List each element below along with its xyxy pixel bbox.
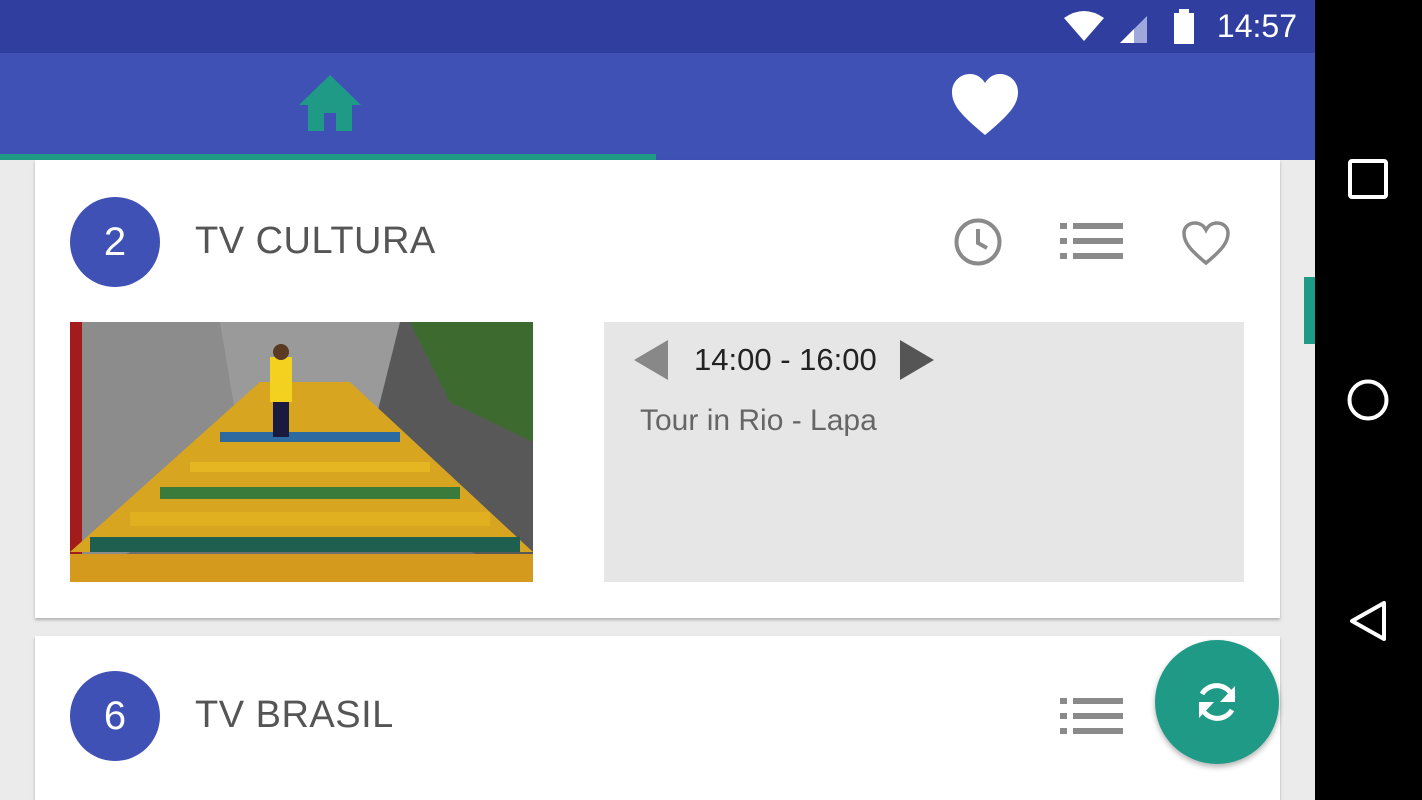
program-time: 14:00 - 16:00	[694, 342, 877, 377]
wifi-icon	[1064, 11, 1104, 41]
home-circle-icon[interactable]	[1346, 378, 1390, 422]
channel-name: TV BRASIL	[195, 694, 394, 736]
program-info-panel[interactable]: 14:00 - 16:00 Tour in Rio - Lapa	[604, 322, 1244, 582]
program-thumbnail-image[interactable]	[70, 322, 533, 582]
heart-icon	[952, 74, 1018, 135]
system-navigation-bar	[1315, 0, 1422, 800]
refresh-button[interactable]	[1155, 640, 1279, 764]
refresh-icon	[1198, 683, 1236, 721]
heart-outline-icon[interactable]	[1181, 220, 1231, 266]
channel-card[interactable]: 2 TV CULTURA 14:00 - 16:00 Tour in Rio -…	[35, 160, 1280, 618]
channel-list: 2 TV CULTURA 14:00 - 16:00 Tour in Rio -…	[0, 160, 1315, 800]
previous-program-arrow-icon[interactable]	[634, 340, 668, 380]
home-icon	[299, 75, 361, 131]
status-time: 14:57	[1216, 8, 1297, 44]
recents-square-icon[interactable]	[1346, 157, 1390, 201]
status-bar: 14:57	[0, 0, 1315, 53]
program-title: Tour in Rio - Lapa	[640, 404, 877, 437]
tab-bar	[0, 53, 1315, 160]
next-program-arrow-icon[interactable]	[900, 340, 934, 380]
channel-number-badge: 2	[70, 197, 160, 287]
list-icon[interactable]	[1060, 222, 1124, 260]
channel-number-badge: 6	[70, 671, 160, 761]
back-triangle-icon[interactable]	[1346, 599, 1390, 643]
tab-favorites[interactable]	[657, 53, 1314, 160]
tab-home[interactable]	[0, 53, 657, 160]
list-icon[interactable]	[1060, 697, 1124, 735]
cell-signal-icon	[1120, 16, 1147, 43]
channel-name: TV CULTURA	[195, 220, 436, 262]
app-screen: 14:57 2 TV CULTURA 14:00 - 16:00 Tour in…	[0, 0, 1315, 800]
battery-icon	[1174, 9, 1194, 44]
clock-icon[interactable]	[953, 217, 1003, 267]
channel-card[interactable]: 6 TV BRASIL	[35, 636, 1280, 800]
selaron-steps-image	[70, 322, 533, 582]
scrollbar-thumb[interactable]	[1304, 277, 1315, 344]
